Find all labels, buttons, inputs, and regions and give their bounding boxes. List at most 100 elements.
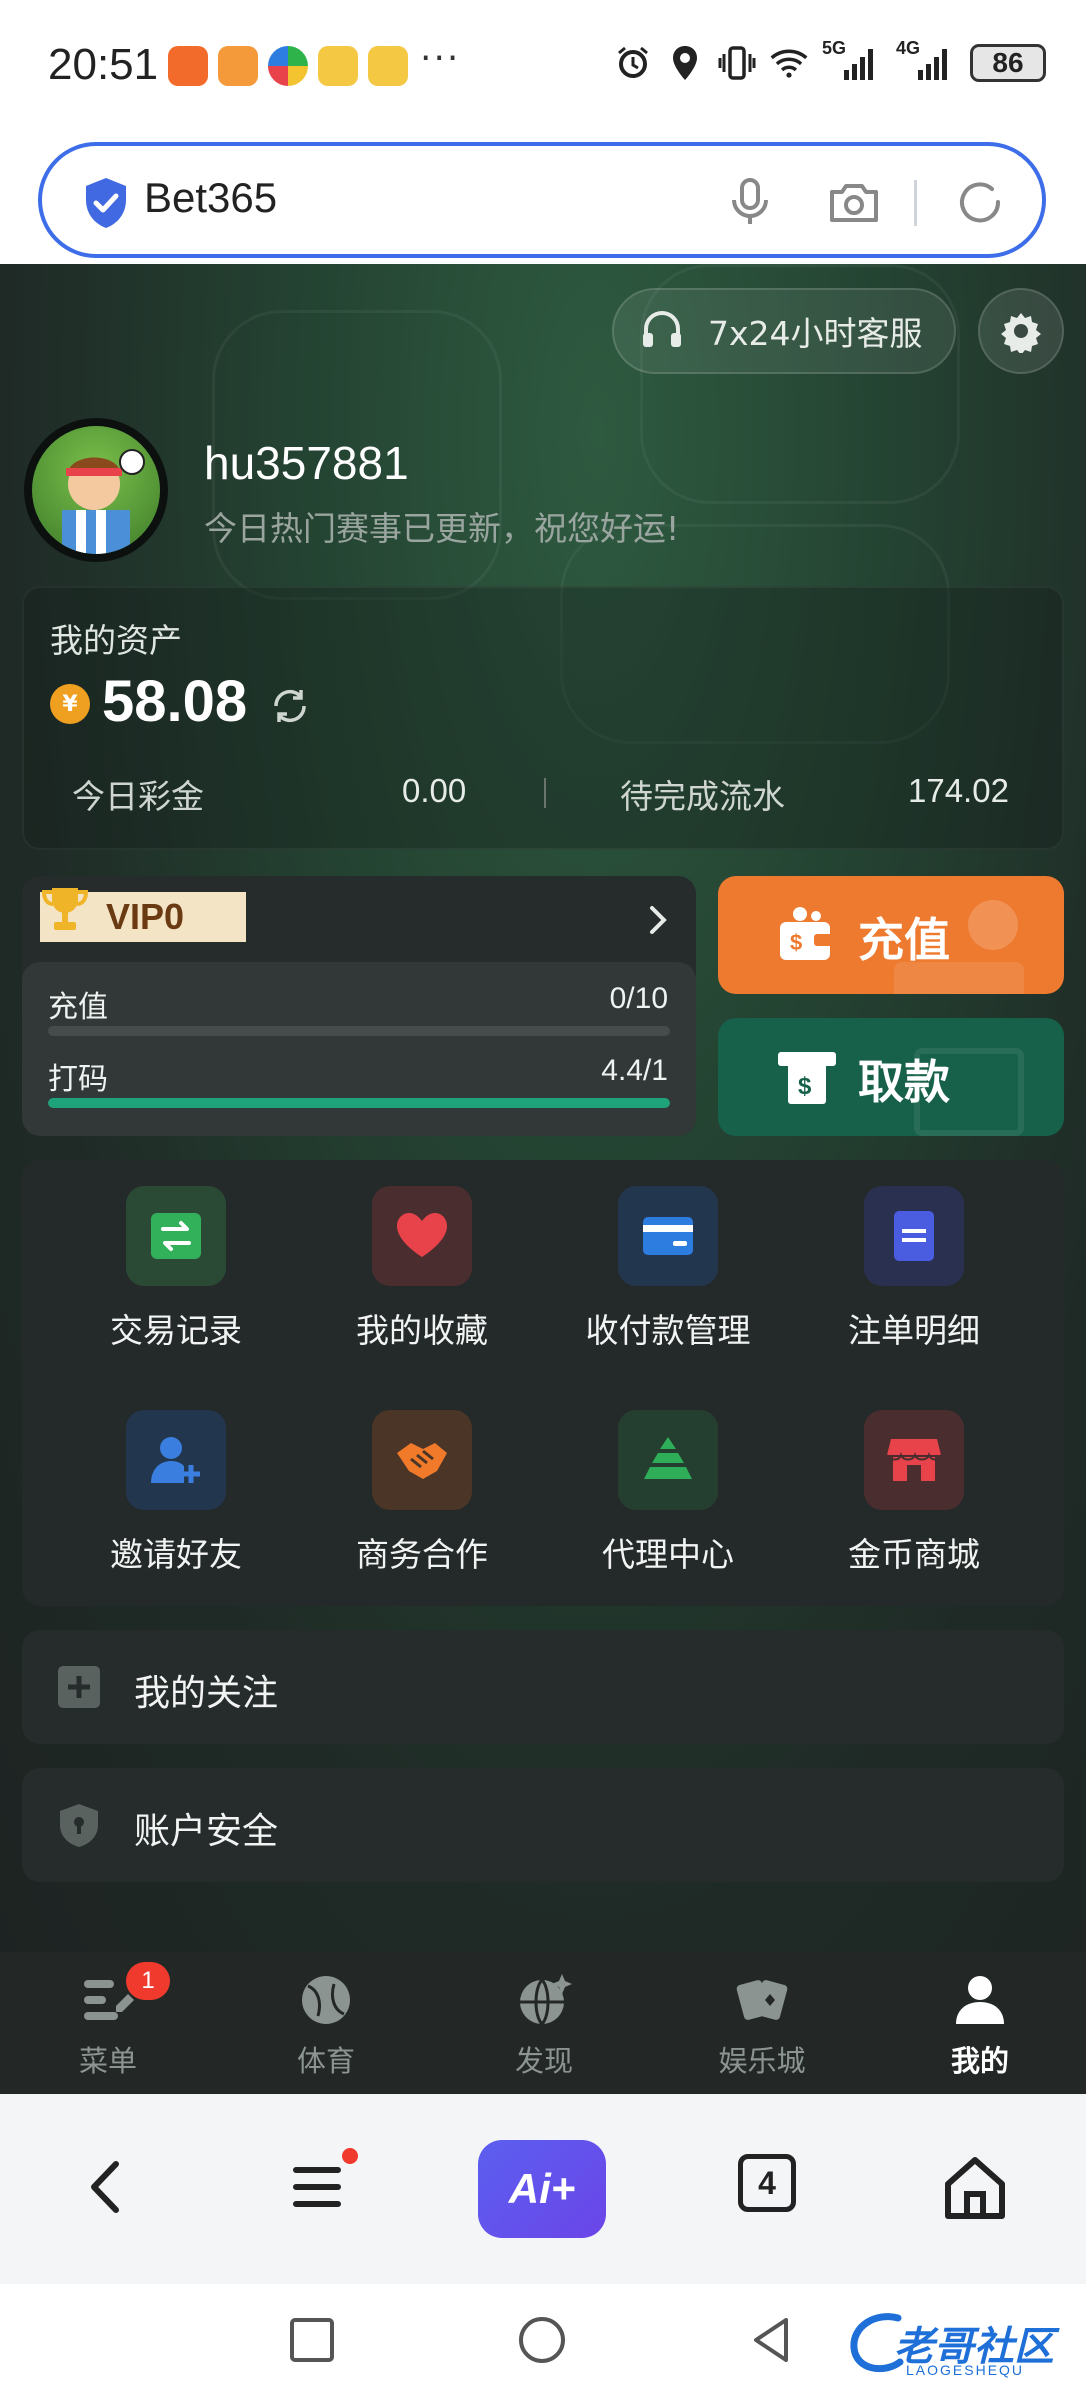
signal-4g-icon: 4G xyxy=(896,38,956,82)
cards-icon xyxy=(736,1980,788,2020)
url-text: Bet365 xyxy=(144,174,278,221)
recents-icon[interactable] xyxy=(282,2310,342,2370)
shield-icon xyxy=(86,178,126,228)
camera-icon[interactable] xyxy=(828,176,880,228)
status-time: 20:51 xyxy=(48,40,159,89)
weibo-icon xyxy=(368,46,408,86)
my-follows-row[interactable]: 我的关注 xyxy=(22,1630,1064,1744)
vip-level: VIP0 xyxy=(106,896,185,937)
reload-icon[interactable] xyxy=(954,176,1006,228)
status-bar: 20:51 ··· 5G 4G 86 xyxy=(0,0,1086,136)
microphone-icon[interactable] xyxy=(724,176,776,228)
grid-item-payment-management[interactable]: 收付款管理 xyxy=(548,1160,788,1360)
recharge-button[interactable]: $ 充值 xyxy=(718,876,1064,994)
button-decoration xyxy=(968,900,1018,950)
weibo-icon xyxy=(318,46,358,86)
vip-recharge-value: 0/10 xyxy=(609,982,668,1015)
grid-item-transactions[interactable]: 交易记录 xyxy=(56,1160,296,1360)
wallet-icon: $ xyxy=(780,907,832,960)
asset-card: 我的资产 ¥ 58.08 今日彩金 0.00 待完成流水 174.02 xyxy=(22,586,1064,850)
back-arrow-icon[interactable] xyxy=(66,2146,148,2228)
customer-service-button[interactable]: 7x24小时客服 xyxy=(612,288,956,374)
grid-item-label: 代理中心 xyxy=(602,1535,734,1574)
account-security-label: 账户安全 xyxy=(134,1811,279,1852)
shop-icon xyxy=(864,1410,964,1510)
asset-amount: 58.08 xyxy=(102,669,248,734)
shield-lock-icon xyxy=(60,1804,98,1847)
grid-item-invite-friends[interactable]: 邀请好友 xyxy=(56,1384,296,1584)
tab-mine[interactable]: 我的 xyxy=(880,1952,1080,2094)
tab-discover[interactable]: 发现 xyxy=(444,1952,644,2094)
home-icon[interactable] xyxy=(934,2146,1016,2228)
location-icon xyxy=(666,44,704,82)
notification-icons xyxy=(168,46,408,86)
network-4g-label: 4G xyxy=(896,38,921,58)
back-triangle-icon[interactable] xyxy=(742,2310,802,2370)
gear-icon xyxy=(1001,313,1041,353)
asset-divider xyxy=(544,778,546,808)
grid-item-favorites[interactable]: 我的收藏 xyxy=(302,1160,542,1360)
ai-assistant-button[interactable]: Ai+ xyxy=(478,2140,606,2238)
headset-icon xyxy=(643,311,681,347)
document-icon xyxy=(864,1186,964,1286)
tab-label: 我的 xyxy=(950,2044,1009,2078)
grid-item-label: 交易记录 xyxy=(110,1311,242,1350)
tab-label: 菜单 xyxy=(78,2044,137,2078)
transfer-icon xyxy=(126,1186,226,1286)
feature-grid: 交易记录 我的收藏 收付款管理 注单明细 邀请好友 商务合作 代理中心 金币商城 xyxy=(22,1160,1064,1606)
grid-item-bet-details[interactable]: 注单明细 xyxy=(794,1160,1034,1360)
grid-item-label: 金币商城 xyxy=(848,1535,980,1574)
signal-5g-icon: 5G xyxy=(822,38,882,82)
system-status: 5G 4G 86 xyxy=(614,38,1046,82)
vip-recharge-label: 充值 xyxy=(48,990,108,1025)
menu-notification-dot xyxy=(342,2148,358,2164)
grid-item-label: 收付款管理 xyxy=(585,1311,751,1350)
tab-label: 娱乐城 xyxy=(718,2044,806,2078)
trophy-icon xyxy=(41,888,89,930)
account-security-row[interactable]: 账户安全 xyxy=(22,1768,1064,1882)
grid-item-label: 我的收藏 xyxy=(356,1311,488,1350)
today-bonus-label: 今日彩金 xyxy=(72,777,204,816)
url-input[interactable]: Bet365 xyxy=(38,142,1046,258)
vip-bet-progress xyxy=(48,1098,670,1108)
card-icon xyxy=(618,1186,718,1286)
withdraw-button[interactable]: $ 取款 xyxy=(718,1018,1064,1136)
add-user-icon xyxy=(126,1410,226,1510)
vip-progress-panel: 充值 0/10 打码 4.4/1 xyxy=(22,962,696,1136)
svg-text:$: $ xyxy=(790,930,802,955)
vip-bet-label: 打码 xyxy=(48,1062,108,1097)
handshake-icon xyxy=(372,1410,472,1510)
browser-address-bar: Bet365 xyxy=(0,136,1086,264)
grid-item-business-cooperation[interactable]: 商务合作 xyxy=(302,1384,542,1584)
username: hu357881 xyxy=(204,437,409,489)
tab-menu[interactable]: 1 菜单 xyxy=(8,1952,208,2094)
asset-title: 我的资产 xyxy=(50,621,182,660)
system-navigation-bar: 老哥社区 LAOGESHEQU xyxy=(0,2284,1086,2400)
tabs-count-button[interactable]: 4 xyxy=(738,2154,796,2212)
tab-sports[interactable]: 体育 xyxy=(226,1952,426,2094)
vip-bet-value: 4.4/1 xyxy=(601,1054,668,1087)
customer-service-label: 7x24小时客服 xyxy=(708,314,923,353)
grid-item-agent-center[interactable]: 代理中心 xyxy=(548,1384,788,1584)
avatar-image xyxy=(32,426,160,554)
browser-toolbar: Ai+ 4 xyxy=(0,2094,1086,2284)
grid-item-label: 邀请好友 xyxy=(110,1535,242,1574)
avatar[interactable] xyxy=(24,418,168,562)
home-circle-icon[interactable] xyxy=(512,2310,572,2370)
pending-turnover-value: 174.02 xyxy=(908,772,1009,809)
refresh-icon[interactable] xyxy=(270,686,310,726)
vip-card[interactable]: VIP0 充值 0/10 打码 4.4/1 xyxy=(22,876,696,1136)
notification-badge: 1 xyxy=(126,1962,170,2000)
vip-recharge-progress xyxy=(48,1026,670,1036)
app-notification-icon xyxy=(168,46,208,86)
svg-text:$: $ xyxy=(798,1073,812,1100)
grid-item-coin-shop[interactable]: 金币商城 xyxy=(794,1384,1034,1584)
tab-casino[interactable]: 娱乐城 xyxy=(662,1952,862,2094)
more-notifications: ··· xyxy=(420,38,461,79)
wifi-icon xyxy=(770,44,808,82)
network-5g-label: 5G xyxy=(822,38,847,58)
withdraw-label: 取款 xyxy=(858,1055,950,1109)
cash-withdraw-icon: $ xyxy=(778,1052,836,1104)
ball-icon xyxy=(302,1976,350,2024)
settings-button[interactable] xyxy=(978,288,1064,374)
